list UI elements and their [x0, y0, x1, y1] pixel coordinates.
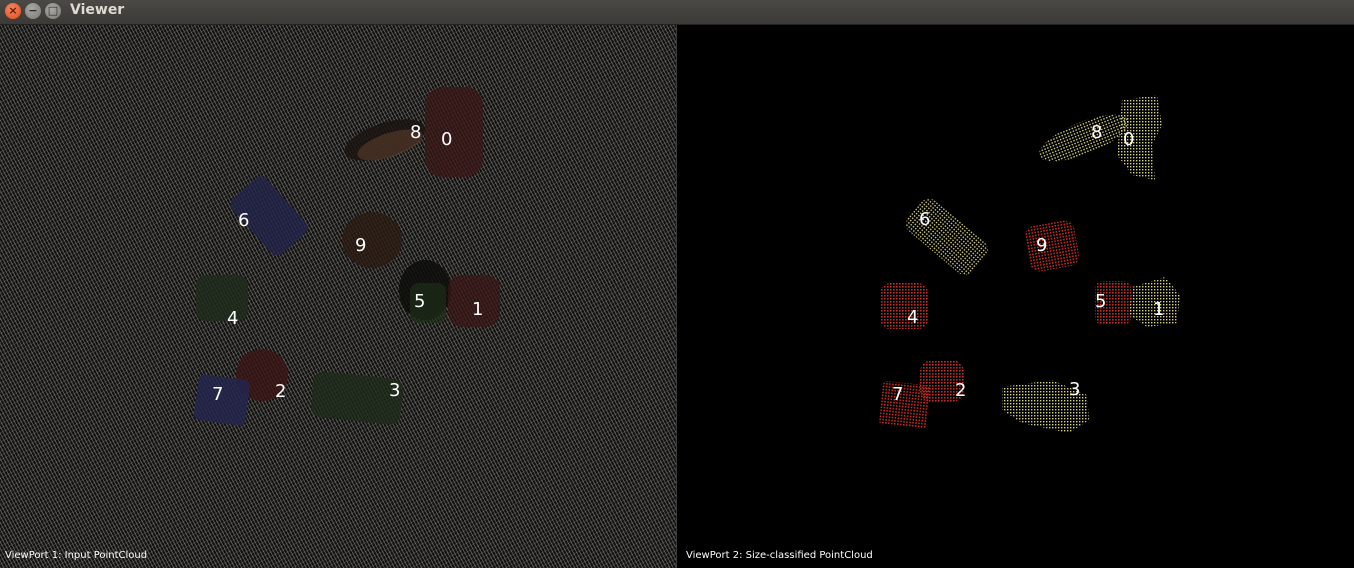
viewport-caption: ViewPort 1: Input PointCloud: [5, 550, 148, 561]
close-icon[interactable]: ×: [5, 3, 21, 19]
viewport-input-pointcloud[interactable]: 8 0 6 9 5 1 4 7 2 3 ViewPort 1: Input Po…: [0, 25, 676, 568]
object-label: 0: [441, 129, 453, 150]
object-label: 6: [238, 210, 250, 231]
object-label: 3: [1069, 379, 1081, 400]
minimize-icon[interactable]: −: [25, 3, 41, 19]
object-0: [425, 87, 483, 177]
viewport-size-classified[interactable]: 8 0 6 9 5 1 4 7 2 3 ViewPort 2: Size-cla…: [677, 25, 1354, 568]
object-7: [879, 381, 931, 429]
object-label: 1: [1153, 299, 1165, 320]
object-label: 8: [410, 122, 422, 143]
object-4: [880, 283, 928, 329]
object-label: 7: [212, 384, 224, 405]
object-label: 7: [892, 384, 904, 405]
object-label: 0: [1123, 129, 1135, 150]
classified-objects: [879, 95, 1180, 433]
object-label: 9: [1036, 235, 1048, 256]
object-9: [342, 212, 402, 268]
window-titlebar[interactable]: × − □ Viewer: [0, 0, 1354, 25]
object-9: [1024, 220, 1080, 272]
object-label: 1: [472, 299, 484, 320]
object-label: 5: [414, 291, 426, 312]
window-title: Viewer: [70, 2, 125, 18]
object-6: [906, 198, 988, 276]
object-label: 6: [919, 209, 931, 230]
object-label: 4: [227, 308, 239, 329]
object-label: 2: [275, 381, 287, 402]
input-objects: [193, 87, 500, 426]
maximize-icon[interactable]: □: [45, 3, 61, 19]
viewport-caption: ViewPort 2: Size-classified PointCloud: [686, 550, 873, 561]
object-4: [196, 275, 248, 321]
object-label: 4: [907, 307, 919, 328]
object-label: 9: [355, 235, 367, 256]
object-label: 2: [955, 380, 967, 401]
object-label: 5: [1095, 291, 1107, 312]
object-label: 8: [1091, 122, 1103, 143]
object-label: 3: [389, 380, 401, 401]
